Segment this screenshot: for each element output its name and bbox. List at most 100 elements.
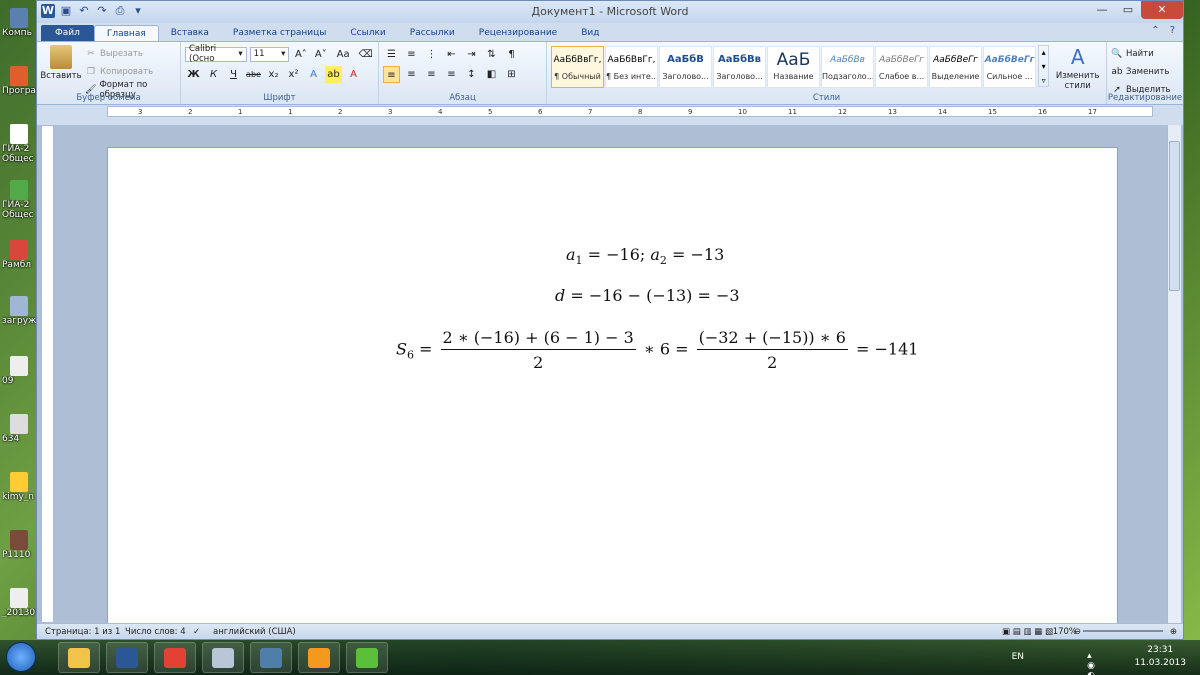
shrink-font-button[interactable]: A˅ — [312, 46, 329, 63]
style-tile[interactable]: АаБ Название — [767, 46, 820, 88]
numbering-icon[interactable]: ≡ — [403, 46, 420, 63]
desktop-icon[interactable]: kimy_n — [2, 472, 36, 527]
text-effects-icon[interactable]: A — [305, 66, 322, 83]
language-indicator[interactable]: EN — [1012, 652, 1024, 662]
highlight-icon[interactable]: ab — [325, 65, 342, 83]
tab-view[interactable]: Вид — [569, 25, 611, 41]
zoom-slider[interactable] — [1083, 630, 1163, 632]
multilevel-icon[interactable]: ⋮ — [423, 46, 440, 63]
start-button[interactable] — [6, 642, 36, 672]
superscript-button[interactable]: x² — [285, 66, 302, 83]
zoom-out-icon[interactable]: ⊖ — [1074, 627, 1081, 637]
page-count[interactable]: Страница: 1 из 1 — [45, 627, 120, 637]
shading-icon[interactable]: ◧ — [483, 66, 500, 83]
line-spacing-icon[interactable]: ↕ — [463, 66, 480, 83]
document-page[interactable]: a1 = −16; a2 = −13 d = −16 − (−13) = −3 … — [107, 147, 1118, 639]
change-styles-button[interactable]: A Изменить стили — [1053, 45, 1102, 91]
justify-icon[interactable]: ≡ — [443, 66, 460, 83]
bold-button[interactable]: Ж — [185, 66, 202, 83]
borders-icon[interactable]: ⊞ — [503, 66, 520, 83]
tray-icons[interactable]: ▴ ◉ ◐ ▮ ♪ — [1087, 651, 1100, 675]
desktop-icon[interactable]: Програ — [2, 66, 36, 121]
close-button[interactable]: ✕ — [1141, 1, 1183, 19]
desktop-icon[interactable]: загруж — [2, 296, 36, 351]
desktop-icon[interactable]: Компь — [2, 8, 36, 63]
taskbar-icq-button[interactable] — [346, 642, 388, 673]
align-center-icon[interactable]: ≡ — [403, 66, 420, 83]
copy-button[interactable]: ❐ Копировать — [85, 63, 176, 81]
show-marks-button[interactable]: ¶ — [503, 46, 520, 63]
spellcheck-icon[interactable]: ✓ — [193, 627, 200, 637]
help-icon[interactable]: ? — [1170, 25, 1175, 36]
style-tile[interactable]: АаБбВвГг, ¶ Без инте... — [605, 46, 658, 88]
taskbar-calculator-button[interactable] — [202, 642, 244, 673]
align-right-icon[interactable]: ≡ — [423, 66, 440, 83]
replace-button[interactable]: ab Заменить — [1111, 63, 1179, 81]
align-left-icon[interactable]: ≡ — [383, 65, 400, 83]
style-tile[interactable]: АаБбВеГг Выделение — [929, 46, 982, 88]
collapse-ribbon-icon[interactable]: ⌃ — [1151, 25, 1159, 36]
tab-file[interactable]: Файл — [41, 25, 94, 41]
font-color-button[interactable]: A — [345, 66, 362, 83]
desktop-icon[interactable]: _20130 — [2, 588, 36, 643]
ruler-tick: 11 — [788, 108, 797, 116]
tab-home[interactable]: Главная — [93, 25, 159, 41]
tab-mailings[interactable]: Рассылки — [398, 25, 467, 41]
minimize-button[interactable]: — — [1089, 1, 1115, 19]
ruler-tick: 3 — [388, 108, 393, 116]
file-icon — [10, 356, 28, 376]
taskbar-explorer-button[interactable] — [58, 642, 100, 673]
underline-button[interactable]: Ч — [225, 66, 242, 83]
status-bar: Страница: 1 из 1 Число слов: 4 ✓ английс… — [37, 623, 1183, 639]
style-tile[interactable]: АаБбВв Подзаголо... — [821, 46, 874, 88]
decrease-indent-icon[interactable]: ⇤ — [443, 46, 460, 63]
vertical-ruler[interactable] — [41, 125, 54, 623]
style-tile[interactable]: АаБбВеГг Слабое в... — [875, 46, 928, 88]
font-name-combo[interactable]: Calibri (Осно ▾ — [185, 44, 247, 64]
style-tile[interactable]: АаБбВеГг Сильное ... — [983, 46, 1036, 88]
equation-3: S6 = 2 ∗ (−16) + (6 − 1) − 32 ∗ 6 = (−32… — [396, 328, 919, 372]
maximize-button[interactable]: ▭ — [1115, 1, 1141, 19]
word-count[interactable]: Число слов: 4 — [125, 627, 186, 637]
bullets-icon[interactable]: ☰ — [383, 46, 400, 63]
taskbar-word-button[interactable] — [106, 642, 148, 673]
taskbar-mail-button[interactable] — [298, 642, 340, 673]
taskbar-chrome-button[interactable] — [154, 642, 196, 673]
clear-format-icon[interactable]: ⌫ — [357, 46, 374, 63]
file-icon — [10, 472, 28, 492]
desktop-icon[interactable]: 634 — [2, 414, 36, 469]
desktop-icon[interactable]: Рамбл — [2, 240, 36, 295]
tab-insert[interactable]: Вставка — [159, 25, 221, 41]
subscript-button[interactable]: x₂ — [265, 66, 282, 83]
zoom-in-icon[interactable]: ⊕ — [1170, 627, 1177, 637]
clock[interactable]: 23:31 11.03.2013 — [1134, 644, 1186, 670]
cut-button[interactable]: ✂ Вырезать — [85, 45, 176, 63]
style-tile[interactable]: АаБбВвГг, ¶ Обычный — [551, 46, 604, 88]
style-tile[interactable]: АаБбВ Заголово... — [659, 46, 712, 88]
tab-references[interactable]: Ссылки — [338, 25, 397, 41]
sort-icon[interactable]: ⇅ — [483, 46, 500, 63]
italic-button[interactable]: К — [205, 66, 222, 83]
find-button[interactable]: 🔍 Найти — [1111, 45, 1179, 63]
horizontal-ruler[interactable]: 3 2 1 1 2 3 4 5 6 7 8 9 10 11 12 13 14 15 16 17 — [107, 106, 1153, 117]
tab-page-layout[interactable]: Разметка страницы — [221, 25, 339, 41]
grow-font-button[interactable]: A˄ — [292, 46, 309, 63]
language[interactable]: английский (США) — [213, 627, 296, 637]
font-size-combo[interactable]: 11 ▾ — [249, 46, 290, 62]
style-tile[interactable]: АаБбВв Заголово... — [713, 46, 766, 88]
scroll-thumb[interactable] — [1169, 141, 1180, 291]
change-case-button[interactable]: Aa — [332, 46, 354, 63]
desktop-icon[interactable]: ГИА-2 Общес — [2, 180, 36, 235]
desktop-icon[interactable]: P1110 — [2, 530, 36, 585]
desktop-icon-label: ГИА-2 — [2, 200, 30, 210]
styles-scroll[interactable]: ▴ ▾ ▿ — [1038, 45, 1050, 87]
tab-review[interactable]: Рецензирование — [467, 25, 569, 41]
view-buttons-icon[interactable]: ▣ ▤ ▥ ▦ ▧ — [1002, 627, 1053, 637]
desktop-icon[interactable]: 09 — [2, 356, 36, 411]
paste-button[interactable]: Вставить — [40, 45, 82, 99]
vertical-scrollbar[interactable] — [1167, 125, 1181, 623]
strikethrough-button[interactable]: abe — [245, 66, 262, 83]
increase-indent-icon[interactable]: ⇥ — [463, 46, 480, 63]
taskbar-monitor-button[interactable] — [250, 642, 292, 673]
desktop-icon[interactable]: ГИА-2 Общес — [2, 124, 36, 179]
